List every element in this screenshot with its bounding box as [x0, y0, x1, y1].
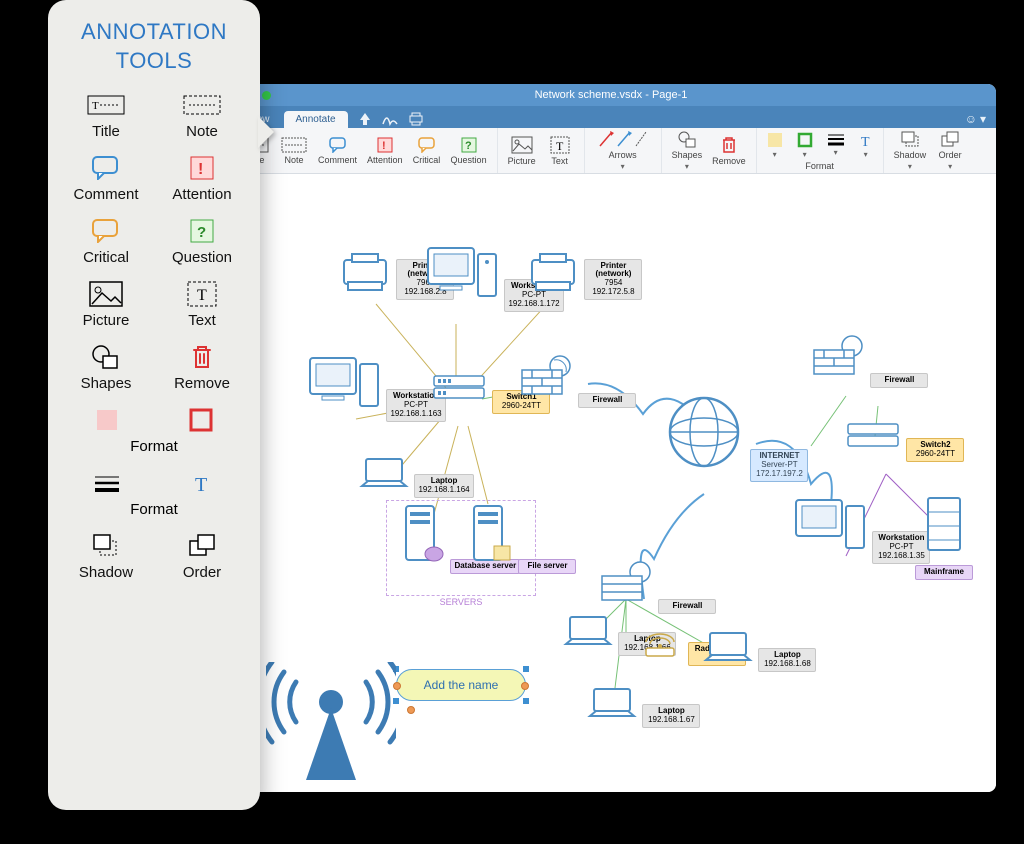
rib-shapes[interactable]: Shapes [668, 128, 707, 173]
order-icon [183, 532, 221, 560]
format-fill-icon [88, 406, 126, 434]
print-icon[interactable] [408, 112, 424, 126]
promo-lineweight [71, 469, 143, 497]
promo-title: ANNOTATIONTOOLS [62, 18, 246, 75]
critical-icon [87, 217, 125, 245]
promo-text-tool: T Text [158, 280, 246, 329]
rib-attention[interactable]: !Attention [363, 135, 407, 167]
annotation-callout[interactable]: Add the name [396, 669, 526, 701]
promo-shadow-tool: Shadow [62, 532, 150, 581]
text-icon: T [183, 280, 221, 308]
rib-linew[interactable] [823, 130, 849, 161]
rib-arrows[interactable]: Arrows [591, 128, 655, 173]
rib-order[interactable]: Order [932, 128, 968, 173]
wifi-illustration-icon [266, 662, 396, 787]
svg-text:T: T [195, 474, 207, 495]
node-firewall-right[interactable]: Firewall [810, 334, 928, 388]
quick-actions [358, 112, 424, 128]
node-mainframe[interactable]: Mainframe [902, 496, 986, 580]
signature-icon[interactable] [382, 112, 398, 126]
shapes-icon [87, 343, 125, 371]
svg-text:T: T [197, 287, 207, 304]
lineweight-icon [88, 469, 126, 497]
format-stroke-icon [182, 406, 220, 434]
callout-pointer [258, 116, 274, 148]
tab-annotate[interactable]: Annotate [284, 111, 348, 128]
promo-textcolor: T [165, 469, 237, 497]
tab-strip: View Annotate ☺▾ [226, 106, 996, 128]
node-laptop-3[interactable]: Laptop192.168.1.67 [586, 686, 700, 728]
node-printer-2[interactable]: Printer(network)7954192.172.5.8 [526, 252, 642, 300]
titlebar[interactable]: Network scheme.vsdx - Page-1 [226, 84, 996, 106]
svg-text:T: T [861, 135, 870, 148]
attention-icon: ! [183, 154, 221, 182]
rib-note[interactable]: Note [276, 135, 312, 167]
rib-textcolor[interactable]: T [855, 130, 877, 161]
feedback-smile[interactable]: ☺▾ [965, 112, 986, 128]
rib-comment[interactable]: Comment [314, 135, 361, 167]
picture-icon [87, 280, 125, 308]
question-icon: ? [183, 217, 221, 245]
promo-title-tool: T Title [62, 91, 150, 140]
node-switch-2[interactable]: Switch22960-24TT [844, 420, 964, 462]
rib-remove[interactable]: Remove [708, 134, 750, 168]
node-file-server[interactable]: File server [466, 504, 576, 574]
svg-text:!: ! [382, 140, 386, 152]
node-workstation-2[interactable]: WorkstationPC-PT192.168.1.163 [304, 354, 446, 422]
promo-picture-tool: Picture [62, 280, 150, 329]
promo-question-tool: ? Question [158, 217, 246, 266]
promo-comment-tool: Comment [62, 154, 150, 203]
node-firewall-center[interactable]: Firewall [518, 354, 636, 408]
rib-picture[interactable]: Picture [504, 134, 540, 168]
svg-text:!: ! [198, 161, 203, 178]
promo-note-tool: Note [158, 91, 246, 140]
svg-text:?: ? [197, 224, 206, 241]
node-firewall-bottom[interactable]: Firewall [598, 560, 716, 614]
export-pdf-icon[interactable] [358, 112, 372, 126]
ribbon: TTitle Note Comment !Attention Critical … [226, 128, 996, 174]
promo-order-tool: Order [158, 532, 246, 581]
zoom-dot[interactable] [262, 91, 271, 100]
rib-text[interactable]: TText [542, 134, 578, 168]
note-icon [183, 91, 221, 119]
title-icon: T [87, 91, 125, 119]
promo-format-label: Format [62, 438, 246, 455]
promo-shapes-tool: Shapes [62, 343, 150, 392]
promo-remove-tool: Remove [158, 343, 246, 392]
rib-question[interactable]: ?Question [447, 135, 491, 167]
annotation-tools-promo: ANNOTATIONTOOLS T Title Note Comment ! A… [48, 0, 260, 810]
remove-icon [183, 343, 221, 371]
promo-attention-tool: ! Attention [158, 154, 246, 203]
rib-fill[interactable] [763, 130, 787, 161]
canvas[interactable]: Printer(network)7960192.168.2.8 Workstat… [226, 174, 996, 792]
node-internet[interactable]: INTERNETServer-PT172.17.197.2 [662, 392, 808, 482]
rib-shadow[interactable]: Shadow [890, 128, 931, 173]
comment-icon [87, 154, 125, 182]
window-title: Network scheme.vsdx - Page-1 [226, 89, 996, 101]
promo-format-fill [71, 406, 143, 434]
svg-text:T: T [556, 139, 564, 153]
app-window: Network scheme.vsdx - Page-1 View Annota… [226, 84, 996, 792]
svg-text:T: T [92, 100, 99, 112]
svg-text:?: ? [465, 140, 472, 152]
diagram-page[interactable]: Printer(network)7960192.168.2.8 Workstat… [226, 174, 986, 792]
promo-format-label-2: Format [62, 501, 246, 518]
text-color-icon: T [182, 469, 220, 497]
rib-critical[interactable]: Critical [409, 135, 445, 167]
node-laptop-1[interactable]: Laptop192.168.1.164 [358, 456, 474, 498]
promo-critical-tool: Critical [62, 217, 150, 266]
rib-stroke[interactable] [793, 130, 817, 161]
shadow-icon [87, 532, 125, 560]
node-laptop-4[interactable]: Laptop192.168.1.68 [702, 630, 816, 672]
promo-format-stroke [165, 406, 237, 434]
